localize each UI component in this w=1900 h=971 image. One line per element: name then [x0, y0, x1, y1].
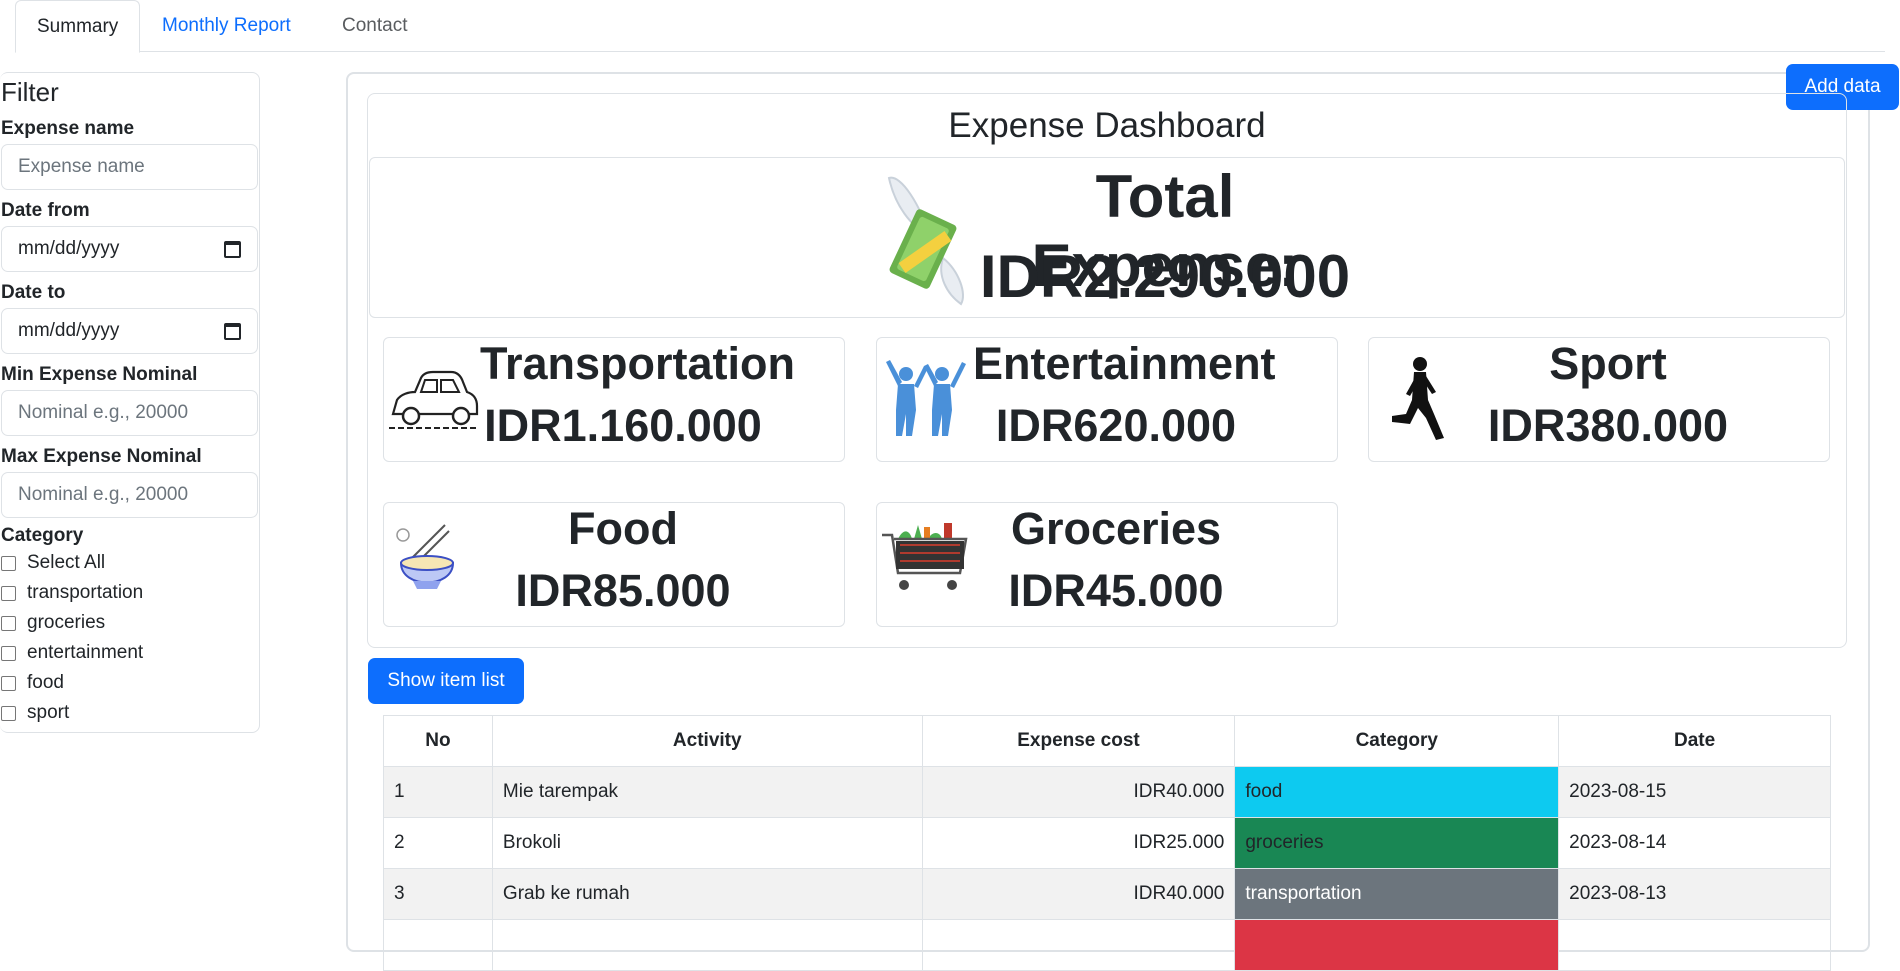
cell-expense-cost: IDR40.000 [921, 868, 1236, 920]
filter-title: Filter [1, 77, 59, 107]
checkbox[interactable] [1, 675, 16, 691]
checkbox-groceries[interactable]: groceries [1, 612, 105, 634]
min-nominal-label: Min Expense Nominal [1, 364, 198, 385]
cell-activity [491, 919, 923, 971]
cell-expense-cost [921, 919, 1236, 971]
dashboard-title: Expense Dashboard [948, 105, 1266, 145]
checkbox-label: groceries [27, 612, 106, 633]
cell-expense-cost: IDR25.000 [921, 817, 1236, 869]
tab-monthly-report[interactable]: Monthly Report [141, 0, 312, 52]
category-card-value: IDR380.000 [1487, 400, 1729, 451]
tab-summary[interactable]: Summary [15, 0, 141, 53]
date-from-value: mm/dd/yyyy [18, 238, 120, 259]
calendar-icon[interactable] [224, 240, 241, 258]
cell-category [1234, 919, 1560, 971]
date-from-input[interactable]: mm/dd/yyyy [1, 226, 258, 272]
category-card-food: Food IDR85.000 [383, 502, 845, 627]
date-to-input[interactable]: mm/dd/yyyy [1, 308, 258, 354]
nav-tabs: Summary Monthly Report Contact [15, 0, 1885, 53]
table-row[interactable]: 1 Mie tarempak IDR40.000 food 2023-08-15 [383, 766, 1831, 818]
category-card-value: IDR85.000 [515, 565, 731, 616]
shopping-cart-icon [882, 523, 968, 590]
checkbox[interactable] [1, 555, 16, 571]
cell-no: 1 [383, 766, 493, 818]
column-header-date[interactable]: Date [1558, 715, 1831, 767]
cell-no [383, 919, 493, 971]
expense-name-input[interactable]: Expense name [1, 144, 258, 190]
category-card-value: IDR45.000 [1008, 565, 1224, 616]
category-card-groceries: Groceries IDR45.000 [876, 502, 1338, 627]
cell-no: 2 [383, 817, 493, 869]
category-card-transportation: Transportation IDR1.160.000 [383, 337, 845, 462]
category-label: Category [1, 525, 84, 546]
category-card-entertainment: Entertainment IDR620.000 [876, 337, 1338, 462]
category-card-value: IDR620.000 [995, 400, 1237, 451]
cell-category: groceries [1234, 817, 1560, 869]
cell-date: 2023-08-14 [1558, 817, 1831, 869]
min-nominal-input[interactable]: Nominal e.g., 20000 [1, 390, 258, 436]
flying-money-icon [887, 176, 964, 306]
people-celebrating-icon [886, 360, 966, 436]
checkbox-label: transportation [27, 582, 144, 603]
checkbox-entertainment[interactable]: entertainment [1, 642, 143, 664]
category-card-value: IDR1.160.000 [484, 400, 762, 451]
date-to-label: Date to [1, 282, 66, 303]
cell-category: transportation [1234, 868, 1560, 920]
noodle-bowl-icon [396, 524, 455, 589]
category-card-name: Groceries [1010, 503, 1222, 554]
tab-contact[interactable]: Contact [321, 0, 428, 52]
cell-date: 2023-08-15 [1558, 766, 1831, 818]
category-card-name: Entertainment [973, 338, 1276, 389]
column-header-expense-cost[interactable]: Expense cost [921, 715, 1236, 767]
cell-activity: Brokoli [491, 817, 923, 869]
checkbox[interactable] [1, 705, 16, 721]
table-row[interactable] [383, 919, 1831, 971]
checkbox[interactable] [1, 645, 16, 661]
date-from-label: Date from [1, 200, 90, 221]
category-card-name: Transportation [480, 338, 796, 389]
filter-panel: Filter Expense name Expense name Date fr… [0, 72, 260, 733]
column-header-category[interactable]: Category [1234, 715, 1560, 767]
car-icon [389, 370, 479, 429]
expense-name-label: Expense name [1, 118, 135, 139]
checkbox-label: Select All [27, 552, 106, 573]
cell-date [1558, 919, 1831, 971]
checkbox-food[interactable]: food [1, 672, 64, 694]
checkbox-label: sport [27, 702, 70, 723]
checkbox-sport[interactable]: sport [1, 702, 69, 724]
category-card-name: Sport [1549, 338, 1667, 389]
column-header-activity[interactable]: Activity [491, 715, 923, 767]
runner-icon [1392, 357, 1444, 440]
max-nominal-input[interactable]: Nominal e.g., 20000 [1, 472, 258, 518]
total-expense-card: Total Expense: IDR2.290.000 [369, 157, 1845, 318]
show-item-list-button[interactable]: Show item list [368, 658, 524, 704]
checkbox[interactable] [1, 615, 16, 631]
cell-no: 3 [383, 868, 493, 920]
cell-date: 2023-08-13 [1558, 868, 1831, 920]
total-expense-value: IDR2.290.000 [979, 243, 1351, 310]
max-nominal-label: Max Expense Nominal [1, 446, 202, 467]
cell-category: food [1234, 766, 1560, 818]
checkbox-select-all[interactable]: Select All [1, 552, 105, 574]
expense-dashboard: Expense Dashboard Total Expense: IDR2.29… [367, 93, 1847, 648]
checkbox[interactable] [1, 585, 16, 601]
checkbox-transportation[interactable]: transportation [1, 582, 143, 604]
cell-activity: Mie tarempak [491, 766, 923, 818]
cell-expense-cost: IDR40.000 [921, 766, 1236, 818]
category-card-name: Food [568, 503, 678, 554]
column-header-no[interactable]: No [383, 715, 493, 767]
table-row[interactable]: 3 Grab ke rumah IDR40.000 transportation… [383, 868, 1831, 920]
checkbox-label: entertainment [27, 642, 144, 663]
checkbox-label: food [27, 672, 64, 693]
category-card-sport: Sport IDR380.000 [1368, 337, 1830, 462]
date-to-value: mm/dd/yyyy [18, 320, 120, 341]
calendar-icon[interactable] [224, 322, 241, 340]
cell-activity: Grab ke rumah [491, 868, 923, 920]
table-row[interactable]: 2 Brokoli IDR25.000 groceries 2023-08-14 [383, 817, 1831, 869]
table-header-row: No Activity Expense cost Category Date [383, 715, 1831, 767]
